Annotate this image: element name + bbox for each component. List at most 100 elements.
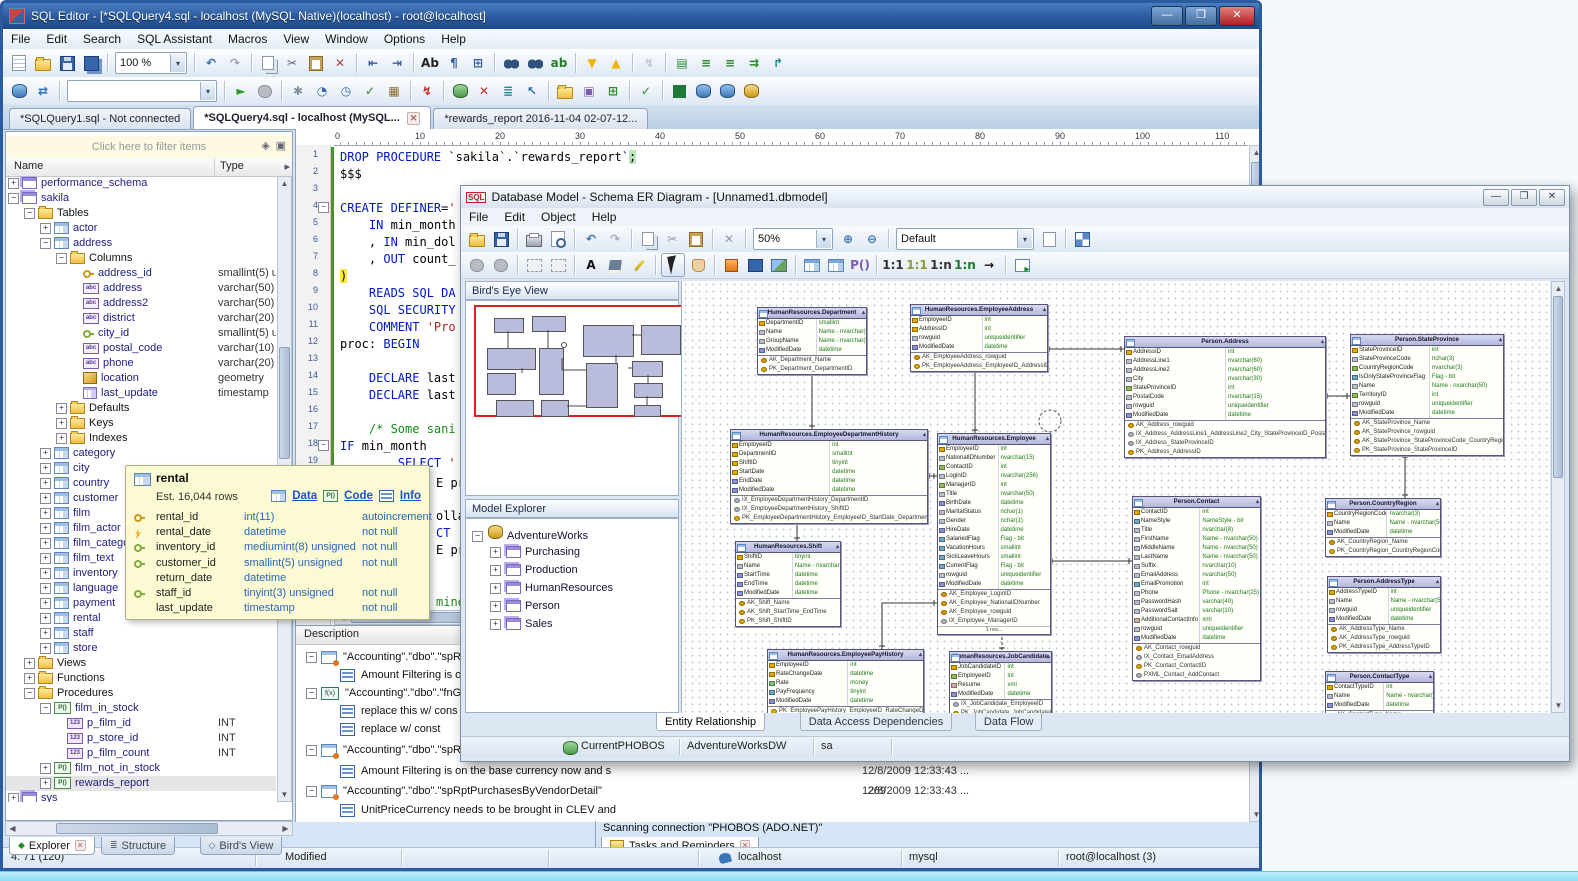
tree-expander-icon[interactable]: + (8, 793, 19, 802)
er-tb2-add-image-button[interactable] (768, 254, 790, 276)
er-table-HumanResources-Employee[interactable]: HumanResources.Employee▴EmployeeIDintNat… (937, 433, 1051, 635)
row-expander-icon[interactable]: − (306, 688, 317, 699)
code-line[interactable]: DECLARE last (340, 387, 456, 404)
tree-item-p_film_count[interactable]: 123p_film_countINT (6, 746, 276, 761)
er-tb2-pan-tool-button[interactable] (687, 254, 709, 276)
er-tb1-zoom-level-dropdown-icon[interactable]: ▾ (816, 230, 831, 248)
tree-column-header[interactable]: Name Type ▸ (6, 158, 292, 177)
tb2-schedule-button[interactable]: ▦ (383, 80, 405, 102)
tree-expander-icon[interactable]: + (40, 598, 51, 609)
description-row[interactable]: replace this w/ cons (340, 703, 458, 719)
model-tree-item-AdventureWorks[interactable]: −AdventureWorks (472, 525, 678, 543)
tree-item-Procedures[interactable]: −Procedures (6, 686, 276, 701)
model-tree-item-Sales[interactable]: +Sales (472, 615, 678, 633)
tree-item-sakila[interactable]: −sakila (6, 191, 276, 206)
code-line[interactable]: READS SQL DA (340, 285, 456, 302)
collapse-icon[interactable]: ▴ (919, 650, 922, 660)
er-table-HumanResources-EmployeePayHistory[interactable]: HumanResources.EmployeePayHistory▴Employ… (767, 649, 924, 713)
menu-window[interactable]: Window (317, 30, 376, 48)
er-table-HumanResources-EmployeeDepartmentHistory[interactable]: HumanResources.EmployeeDepartmentHistory… (730, 429, 928, 524)
er-diagram-canvas[interactable]: HumanResources.Department▴DepartmentIDsm… (681, 281, 1550, 713)
collapse-icon[interactable]: ▴ (1436, 499, 1439, 509)
er-table-more[interactable]: 1 res... (938, 626, 1050, 634)
model-explorer-header[interactable]: Model Explorer (465, 499, 679, 518)
er-tb1-auto-layout-button[interactable] (1071, 228, 1093, 250)
tree-item-last_update[interactable]: last_updatetimestamp (6, 386, 276, 401)
model-tree-item-Purchasing[interactable]: +Purchasing (472, 543, 678, 561)
minimize-button[interactable]: — (1151, 6, 1183, 26)
document-tab[interactable]: *SQLQuery4.sql - localhost (MySQL...✕ (193, 106, 431, 129)
tree-expander-icon[interactable]: + (40, 223, 51, 234)
tree-item-location[interactable]: locationgeometry (6, 371, 276, 386)
code-line[interactable]: SQL SECURITY (340, 302, 456, 319)
tb2-db-refresh-button[interactable] (740, 80, 762, 102)
er-table-header[interactable]: HumanResources.EmployeePayHistory▴ (768, 650, 923, 661)
code-line[interactable]: IF min_month (340, 438, 456, 455)
tb1-find-in-files-button[interactable] (524, 52, 546, 74)
tree-item-Tables[interactable]: −Tables (6, 206, 276, 221)
model-tree-item-Person[interactable]: +Person (472, 597, 678, 615)
tree-item-district[interactable]: abcdistrictvarchar(20) (6, 311, 276, 326)
tree-expander-icon[interactable]: − (40, 238, 51, 249)
fold-toggle-icon[interactable]: − (318, 440, 329, 451)
tree-item-sys[interactable]: +sys (6, 791, 276, 802)
birds-eye-view-panel[interactable] (465, 300, 679, 496)
explorer-horizontal-scrollbar[interactable]: ◀ ▶ (5, 821, 293, 836)
er-tb2-rel-arrow-button[interactable]: → (978, 254, 1000, 276)
tb1-cut-button[interactable]: ✂ (281, 52, 303, 74)
tb2-object-tree-button[interactable]: ≣ (497, 80, 519, 102)
er-menu-edit[interactable]: Edit (496, 209, 533, 225)
tb2-sql-stop-button[interactable]: ✕ (473, 80, 495, 102)
collapse-icon[interactable]: ▴ (836, 542, 839, 552)
tb2-stop-execute-button[interactable] (254, 80, 276, 102)
er-tab-data-access-dependencies[interactable]: Data Access Dependencies (800, 713, 953, 731)
code-line[interactable]: CREATE DEFINER=' (340, 200, 456, 217)
er-menu-help[interactable]: Help (584, 209, 625, 225)
er-table-header[interactable]: Person.CountryRegion▴ (1326, 499, 1440, 510)
tree-expander-icon[interactable]: + (40, 448, 51, 459)
er-table-Person-Address[interactable]: Person.Address▴AddressIDintAddressLine1n… (1124, 336, 1326, 458)
er-table-HumanResources-Shift[interactable]: HumanResources.Shift▴ShiftIDtinyintNameN… (735, 541, 841, 627)
tree-expander-icon[interactable]: + (40, 478, 51, 489)
er-minimize-button[interactable]: — (1483, 189, 1509, 206)
tree-expander-icon[interactable]: + (24, 673, 35, 684)
tree-item-film_in_stock[interactable]: −P()film_in_stock (6, 701, 276, 716)
tree-expander-icon[interactable]: + (56, 433, 67, 444)
tb2-execute-db-button[interactable] (8, 80, 30, 102)
tb2-db-upload-button[interactable] (716, 80, 738, 102)
tree-item-p_film_id[interactable]: 123p_film_idINT (6, 716, 276, 731)
er-tb1-style-select[interactable]: Default▾ (896, 228, 1034, 250)
tree-expander-icon[interactable]: + (40, 643, 51, 654)
er-tb1-print-button[interactable] (523, 228, 545, 250)
tree-expander-icon[interactable]: + (490, 601, 501, 612)
er-tb2-group-button[interactable] (466, 254, 488, 276)
code-line[interactable]: $$$ (340, 166, 362, 183)
er-tb2-fill-color-button[interactable] (604, 254, 626, 276)
menu-sql-assistant[interactable]: SQL Assistant (129, 30, 220, 48)
er-table-header[interactable]: HumanResources.Employee▴ (938, 434, 1050, 445)
er-tb2-rel-one-to-one-opt-button[interactable]: 1:1 (906, 254, 928, 276)
tree-item-address_id[interactable]: address_idsmallint(5) u (6, 266, 276, 281)
tree-expander-icon[interactable]: + (40, 613, 51, 624)
tooltip-link-info[interactable]: Info (400, 490, 421, 502)
er-table-header[interactable]: HumanResources.EmployeeAddress▴ (911, 305, 1047, 316)
er-table-HumanResources-Department[interactable]: HumanResources.Department▴DepartmentIDsm… (757, 307, 867, 375)
tb2-explain-plan-button[interactable]: ◔ (311, 80, 333, 102)
more-columns-icon[interactable]: ▸ (284, 160, 290, 173)
er-table-header[interactable]: Person.Address▴ (1125, 337, 1325, 348)
tb1-new-file-button[interactable] (8, 52, 30, 74)
er-tb2-add-entity-button[interactable] (720, 254, 742, 276)
row-expander-icon[interactable]: − (306, 745, 317, 756)
tb1-show-paragraph-button[interactable]: ¶ (443, 52, 465, 74)
tree-expander-icon[interactable]: + (40, 628, 51, 639)
tree-item-rewards_report[interactable]: +P()rewards_report (6, 776, 276, 791)
description-row[interactable]: −"Accounting"."dbo"."spR (306, 649, 461, 665)
er-tb1-open-model-button[interactable] (466, 228, 488, 250)
close-button[interactable]: ✕ (1219, 6, 1255, 26)
row-expander-icon[interactable]: − (306, 786, 317, 797)
description-row[interactable]: UnitPriceCurrency needs to be brought in… (340, 802, 616, 818)
tb1-save-button[interactable] (56, 52, 78, 74)
er-menu-file[interactable]: File (461, 209, 496, 225)
tree-expander-icon[interactable]: + (24, 658, 35, 669)
tb1-change-case-button[interactable]: Ab (419, 52, 441, 74)
